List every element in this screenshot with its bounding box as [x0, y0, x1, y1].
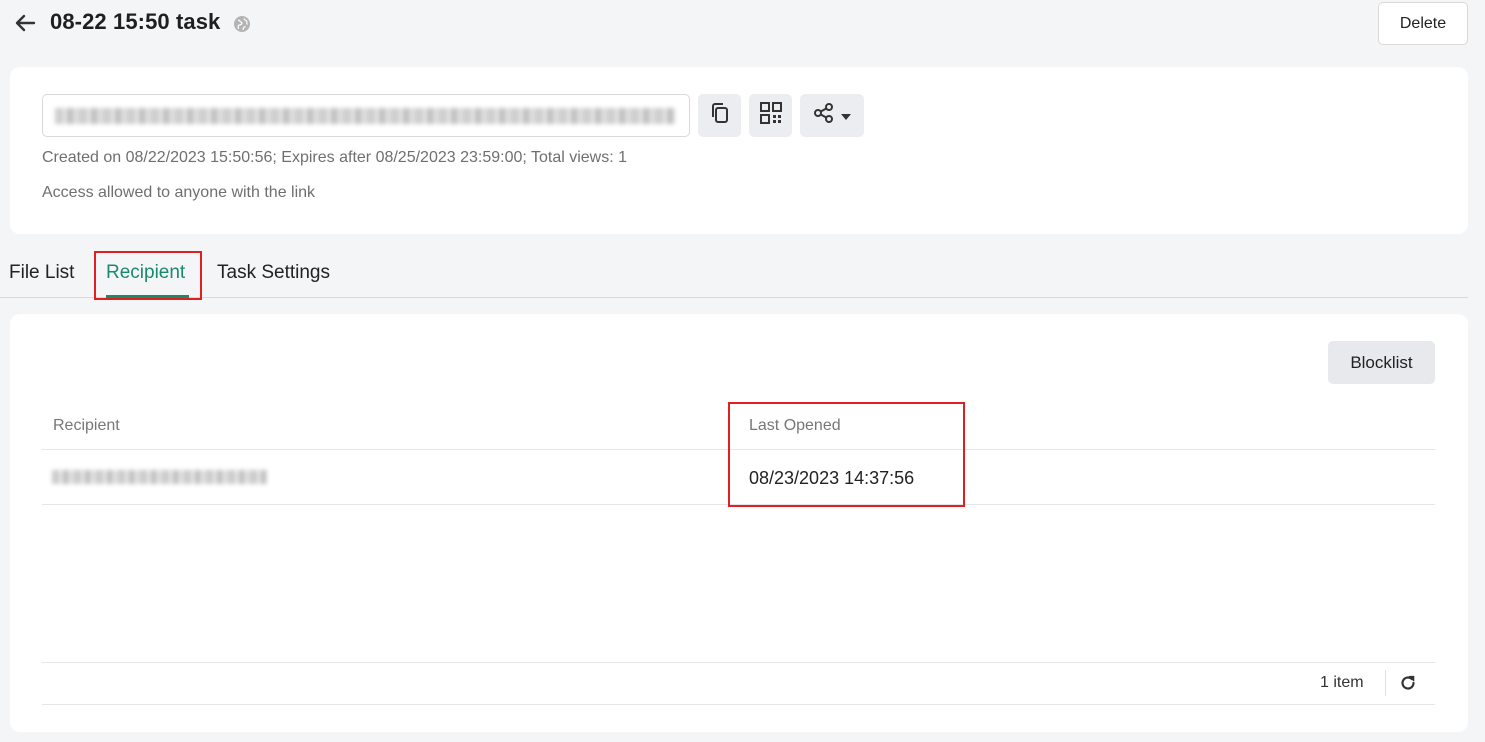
qr-code-icon: [759, 102, 782, 129]
copy-link-button[interactable]: [698, 94, 741, 137]
table-footer-bottom-line: [42, 704, 1435, 705]
page-header: 08-22 15:50 task Delete: [0, 0, 1485, 50]
link-created-info: Created on 08/22/2023 15:50:56; Expires …: [42, 149, 628, 166]
caret-down-icon: [841, 107, 851, 125]
table-footer-divider: [42, 662, 1435, 663]
share-link-card: Created on 08/22/2023 15:50:56; Expires …: [10, 67, 1468, 234]
column-header-recipient: Recipient: [53, 417, 120, 434]
link-access-info: Access allowed to anyone with the link: [42, 184, 316, 201]
refresh-icon[interactable]: [1398, 673, 1418, 693]
copy-icon: [709, 102, 731, 129]
tab-task-settings[interactable]: Task Settings: [217, 262, 330, 284]
share-link-field[interactable]: [42, 94, 690, 137]
footer-separator: [1385, 670, 1386, 696]
tab-bar: File List Recipient Task Settings: [0, 240, 1468, 300]
recipient-panel: Blocklist Recipient Last Opened 08/23/20…: [10, 314, 1468, 732]
tab-file-list[interactable]: File List: [9, 262, 74, 284]
blurred-link-text: [55, 108, 675, 124]
share-dropdown-button[interactable]: [800, 94, 864, 137]
page-title: 08-22 15:50 task: [50, 9, 221, 34]
blurred-recipient-email: [52, 470, 267, 484]
share-icon: [813, 102, 835, 129]
globe-icon: [233, 15, 251, 33]
last-opened-highlight-box: [728, 402, 965, 507]
item-count: 1 item: [1320, 674, 1364, 691]
arrow-left-icon[interactable]: [14, 12, 36, 34]
delete-button[interactable]: Delete: [1378, 2, 1468, 45]
qr-code-button[interactable]: [749, 94, 792, 137]
blocklist-button[interactable]: Blocklist: [1328, 341, 1435, 384]
tab-highlight-box: [94, 251, 202, 300]
